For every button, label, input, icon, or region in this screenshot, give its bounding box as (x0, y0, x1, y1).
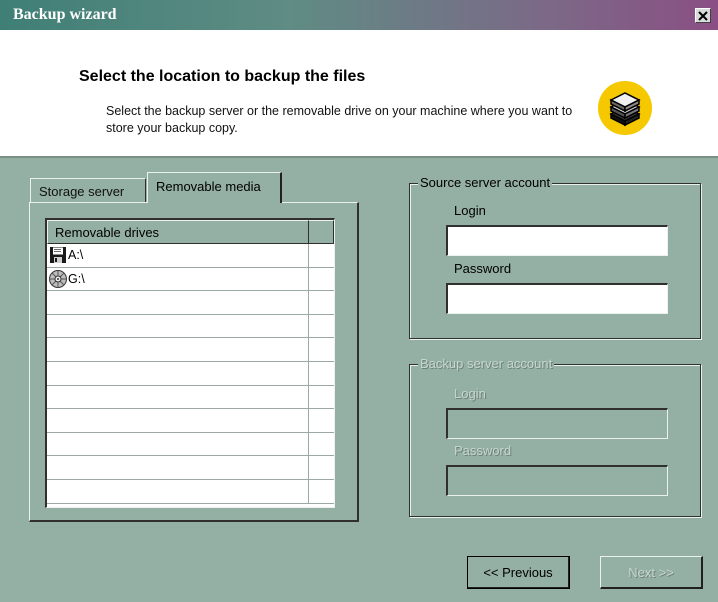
backup-password-label: Password (454, 443, 512, 458)
cd-rom-icon (49, 269, 67, 288)
drive-cell: A:\ (47, 244, 309, 267)
column-header-removable-drives[interactable]: Removable drives (47, 220, 309, 244)
title-bar: Backup wizard (0, 0, 718, 30)
source-account-title: Source server account (418, 175, 553, 191)
column-header-empty[interactable] (309, 220, 334, 244)
window-title: Backup wizard (13, 6, 117, 23)
source-login-input[interactable] (446, 225, 668, 256)
drive-cell: G:\ (47, 267, 309, 291)
removable-drives-list[interactable]: Removable drives A:\ G:\ (45, 218, 335, 508)
list-empty-row (47, 385, 334, 410)
list-empty-row (47, 479, 334, 504)
server-stack-icon (598, 81, 652, 135)
list-empty-row (47, 314, 334, 339)
previous-button[interactable]: << Previous (467, 556, 570, 589)
drive-extra-cell (309, 244, 334, 267)
list-empty-row (47, 409, 334, 433)
list-item[interactable]: A:\ (47, 244, 334, 268)
source-login-label: Login (454, 203, 486, 218)
removable-media-panel: Removable drives A:\ G:\ (29, 202, 359, 522)
list-empty-row (47, 432, 334, 457)
drive-extra-cell (309, 268, 334, 291)
tab-storage-server[interactable]: Storage server (30, 178, 146, 203)
source-server-account-group: Source server account Login Password (409, 175, 701, 339)
tab-removable-media[interactable]: Removable media (147, 172, 282, 203)
backup-account-title: Backup server account (418, 356, 555, 372)
page-description: Select the backup server or the removabl… (106, 104, 573, 135)
wizard-header: Select the location to backup the files … (0, 30, 718, 158)
page-title: Select the location to backup the files (79, 68, 366, 85)
close-icon (698, 10, 708, 21)
list-empty-row (47, 361, 334, 386)
list-empty-row (47, 291, 334, 315)
floppy-disk-icon (50, 247, 66, 264)
list-item[interactable]: G:\ (47, 267, 334, 292)
source-password-label: Password (454, 261, 512, 276)
backup-wizard-window: Backup wizard Select the location to bac… (0, 0, 718, 602)
list-header: Removable drives (47, 220, 334, 244)
drive-label: G:\ (68, 271, 85, 286)
backup-login-label: Login (454, 386, 486, 401)
source-password-input[interactable] (446, 283, 668, 314)
close-button[interactable] (695, 8, 711, 23)
backup-login-input (446, 408, 668, 439)
next-button: Next >> (600, 556, 703, 589)
backup-password-input (446, 465, 668, 496)
list-empty-row (47, 338, 334, 362)
drive-label: A:\ (68, 248, 84, 263)
backup-server-account-group: Backup server account Login Password (409, 356, 701, 517)
list-empty-row (47, 456, 334, 480)
